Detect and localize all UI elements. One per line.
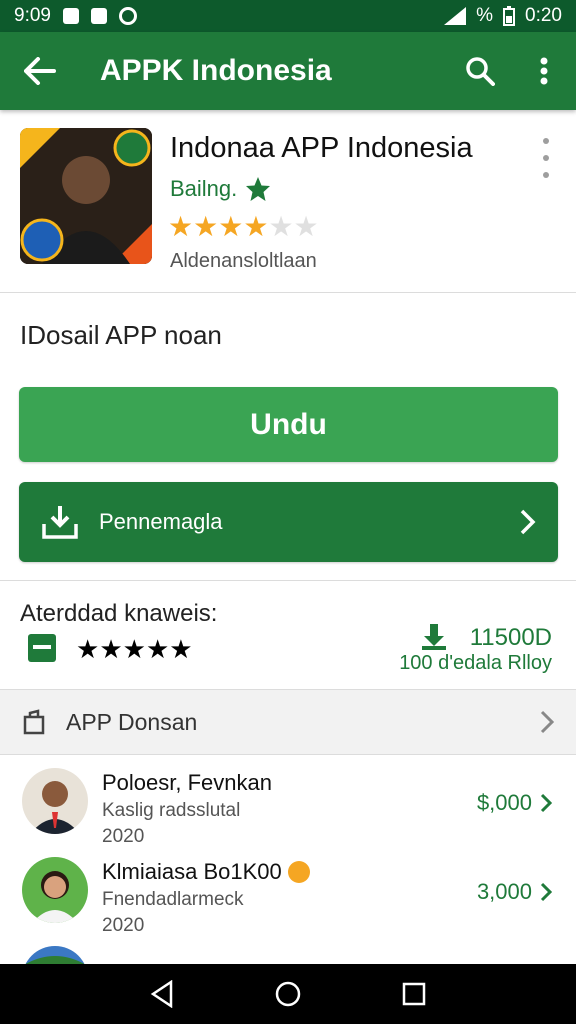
list-item-name: Poloesr, Fevnkan: [102, 770, 272, 795]
battery-percent: %: [476, 5, 494, 26]
chevron-right-icon: [540, 882, 552, 902]
list-item[interactable]: Klmiaiasa Bo1K00 Fnendadlarmeck 2020 3,0…: [0, 857, 576, 947]
app-bar-title: APPK Indonesia: [100, 54, 332, 87]
dot-icon: [543, 138, 549, 144]
avatar: [22, 857, 88, 923]
star-empty-icon: ★: [169, 634, 193, 664]
list-item-price: $,000: [476, 790, 532, 815]
app-header: Indonaa APP Indonesia Bailng. ★★★★★★ Ald…: [0, 110, 576, 290]
rating-label: Bailng.: [170, 176, 238, 201]
search-button[interactable]: [448, 32, 512, 110]
app-name: Indonaa APP Indonesia: [170, 132, 473, 164]
star-filled-icon: ★: [168, 211, 194, 242]
download-count: 11500D: [469, 624, 552, 651]
star-filled-icon: ★: [243, 211, 269, 242]
reviews-summary: Aterddad knaweis: ★★★★★ 11500D 100 d'eda…: [0, 582, 576, 688]
app-more-button[interactable]: [534, 138, 558, 178]
download-icon: [42, 506, 78, 539]
star-empty-icon: ★: [293, 211, 319, 242]
app-description: IDosail APP noan: [20, 320, 222, 350]
install-options-button[interactable]: Pennemagla: [19, 482, 558, 562]
app-icon: [20, 128, 152, 264]
install-options-label: Pennemagla: [99, 509, 223, 534]
avatar-image: [22, 946, 88, 964]
star-icon: [246, 177, 271, 201]
app-icon-artwork: [20, 128, 152, 264]
reviews-title: Aterddad knaweis:: [20, 600, 218, 627]
star-filled-icon: ★: [145, 634, 170, 664]
download-count-icon: [422, 624, 446, 650]
status-time-left: 9:09: [14, 5, 51, 26]
download-count-sub: 100 d'edala Rlloy: [399, 652, 552, 674]
navigation-bar: [0, 964, 576, 1024]
star-filled-icon: ★: [76, 634, 100, 664]
signal-icon: [444, 7, 467, 25]
status-bar: 9:09 % 0:20: [0, 0, 576, 32]
search-icon: [466, 57, 495, 86]
star-filled-icon: ★: [218, 211, 244, 242]
list-item-name: Klmiaiasa Bo1K00: [102, 859, 282, 884]
download-button[interactable]: Undu: [19, 387, 558, 462]
recents-nav-icon[interactable]: [401, 981, 427, 1007]
bag-icon: [23, 709, 45, 735]
document-icon: [28, 634, 56, 662]
star-filled-icon: ★: [193, 211, 219, 242]
dot-icon: [543, 172, 549, 178]
battery-icon: [503, 6, 516, 26]
list-item-year: 2020: [102, 826, 145, 847]
star-filled-icon: ★: [122, 634, 146, 664]
list-item[interactable]: [0, 946, 576, 964]
chevron-right-icon: [540, 710, 554, 734]
status-time-right: 0:20: [525, 5, 562, 26]
star-filled-icon: ★: [99, 634, 123, 664]
list-item-price: 3,000: [476, 879, 532, 904]
app-bar: APPK Indonesia: [0, 32, 576, 110]
list-item[interactable]: Poloesr, Fevnkan Kaslig radsslutal 2020 …: [0, 768, 576, 858]
list-item-name-row: Klmiaiasa Bo1K00: [102, 859, 310, 885]
divider: [0, 292, 576, 293]
rating-label-row: Bailng.: [170, 176, 271, 202]
app-rating-stars: ★★★★★★: [168, 210, 319, 243]
list-item-price-row: 3,000: [477, 879, 552, 905]
back-button[interactable]: [0, 32, 80, 110]
avatar: [22, 946, 88, 964]
notification-icon: [62, 8, 79, 24]
section-label: APP Donsan: [66, 708, 198, 735]
star-empty-icon: ★: [268, 211, 294, 242]
section-header[interactable]: APP Donsan: [0, 689, 576, 755]
more-vert-icon: [540, 57, 548, 85]
person-avatar-image: [22, 768, 88, 834]
back-arrow-icon: [24, 57, 56, 85]
flag-notification-icon: [90, 8, 107, 24]
list-item-year: 2020: [102, 915, 145, 936]
dot-icon: [543, 155, 549, 161]
reviews-rating-stars: ★★★★★: [76, 634, 193, 665]
avatar: [22, 768, 88, 834]
circle-notification-icon: [118, 7, 137, 25]
chevron-right-icon: [520, 509, 536, 535]
app-sub-label: Aldenansloltlaan: [170, 250, 317, 272]
person-avatar-image: [22, 857, 88, 923]
list-item-sub: Fnendadlarmeck: [102, 889, 244, 910]
chevron-right-icon: [540, 793, 552, 813]
list-item-price-row: $,000: [477, 790, 552, 816]
overflow-menu-button[interactable]: [512, 32, 576, 110]
back-nav-icon[interactable]: [149, 980, 175, 1008]
divider: [0, 580, 576, 581]
home-nav-icon[interactable]: [274, 980, 302, 1008]
badge-icon: [287, 861, 310, 883]
list-item-sub: Kaslig radsslutal: [102, 800, 241, 821]
